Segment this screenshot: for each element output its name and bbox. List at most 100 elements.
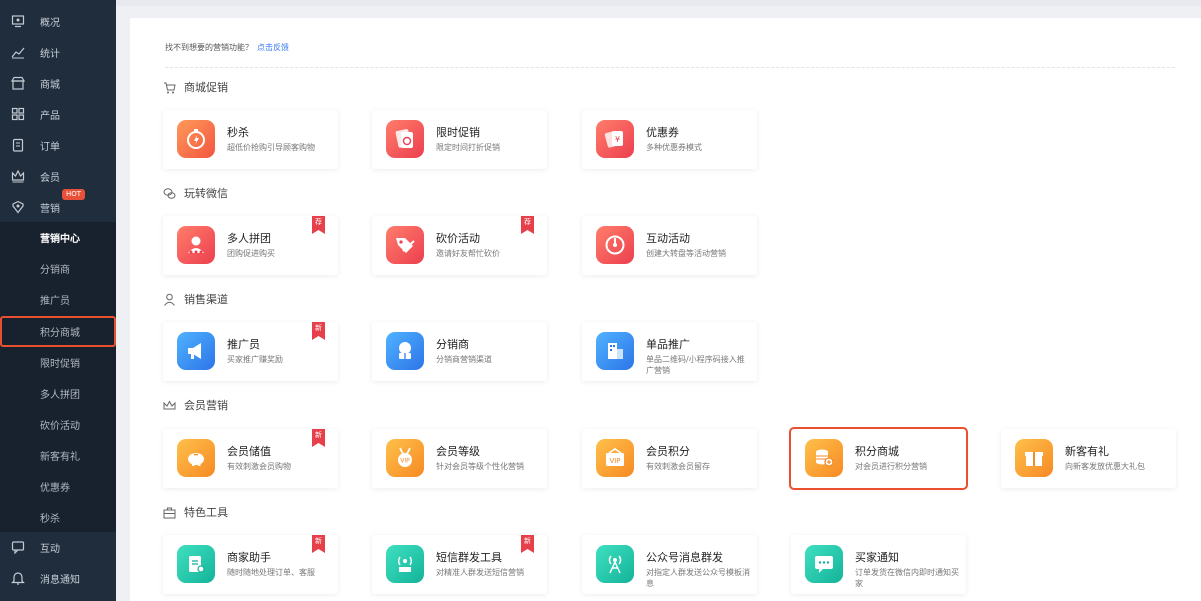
order-icon bbox=[12, 138, 24, 152]
submenu-item-flash-promo[interactable]: 限时促销 bbox=[0, 347, 116, 378]
card-flash-promo[interactable]: 限时促销 限定时间打折促销 bbox=[372, 110, 547, 169]
feedback-link[interactable]: 点击反馈 bbox=[257, 43, 289, 52]
sidebar-item-overview[interactable]: 概况 bbox=[0, 6, 116, 37]
wheel-icon bbox=[596, 226, 634, 264]
card-desc: 有效刺激会员留存 bbox=[646, 462, 710, 471]
main-panel bbox=[130, 18, 1201, 601]
sidebar-item-marketing[interactable]: 营销 bbox=[0, 192, 116, 223]
submenu-item-group-buy[interactable]: 多人拼团 bbox=[0, 378, 116, 409]
submenu-label: 秒杀 bbox=[40, 514, 60, 525]
tag-cut-icon bbox=[386, 226, 424, 264]
card-member-points[interactable]: VIP 会员积分 有效刺激会员留存 bbox=[582, 429, 757, 488]
submenu-item-bargain[interactable]: 砍价活动 bbox=[0, 409, 116, 440]
gift-icon bbox=[1015, 439, 1053, 477]
card-product-promo[interactable]: 单品推广 单品二维码/小程序码接入推广营销 bbox=[582, 322, 757, 381]
sidebar-item-label: 统计 bbox=[40, 49, 60, 60]
card-interactive-activity[interactable]: 互动活动 创建大转盘等活动营销 bbox=[582, 216, 757, 275]
card-desc: 对精准人群发送短信营销 bbox=[436, 568, 524, 577]
card-bargain[interactable]: 砍价活动 邀请好友帮忙砍价 荐 bbox=[372, 216, 547, 275]
new-badge: 新 bbox=[521, 535, 534, 553]
card-desc: 有效刺激会员购物 bbox=[227, 462, 291, 471]
card-sms-tool[interactable]: 短信群发工具 对精准人群发送短信营销 新 bbox=[372, 535, 547, 594]
sidebar-item-store[interactable]: 商城 bbox=[0, 68, 116, 99]
card-seckill[interactable]: 秒杀 超低价抢购引导顾客购物 bbox=[163, 110, 338, 169]
submenu-item-new-customer-gift[interactable]: 新客有礼 bbox=[0, 440, 116, 471]
card-title: 优惠券 bbox=[646, 126, 679, 139]
card-desc: 针对会员等级个性化营销 bbox=[436, 462, 524, 471]
section-title-text: 商城促销 bbox=[184, 81, 228, 94]
card-points-mall[interactable]: 积分商城 对会员进行积分营销 bbox=[789, 427, 968, 490]
card-member-deposit[interactable]: 会员储值 有效刺激会员购物 新 bbox=[163, 429, 338, 488]
vip-medal-icon: VIP bbox=[386, 439, 424, 477]
card-desc: 订单发货在微信内即时通知买家 bbox=[855, 568, 959, 588]
card-desc: 创建大转盘等活动营销 bbox=[646, 249, 726, 258]
card-title: 秒杀 bbox=[227, 126, 249, 139]
submenu-item-seckill[interactable]: 秒杀 bbox=[0, 502, 116, 533]
marketing-icon bbox=[12, 200, 24, 214]
card-new-customer-gift[interactable]: 新客有礼 向新客发放优惠大礼包 bbox=[1001, 429, 1176, 488]
stopwatch-icon bbox=[177, 120, 215, 158]
submenu-item-marketing-center[interactable]: 营销中心 bbox=[0, 222, 116, 253]
card-desc: 对会员进行积分营销 bbox=[855, 462, 927, 471]
cart-icon bbox=[164, 82, 176, 93]
top-bar bbox=[116, 0, 1201, 6]
store-icon bbox=[11, 76, 25, 90]
card-coupon[interactable]: ¥ 优惠券 多种优惠券模式 bbox=[582, 110, 757, 169]
submenu-item-promoter[interactable]: 推广员 bbox=[0, 284, 116, 315]
recommend-badge: 荐 bbox=[312, 216, 325, 234]
marketing-submenu: 营销中心 分销商 推广员 积分商城 限时促销 多人拼团 砍价活动 新客有礼 优惠… bbox=[0, 222, 116, 532]
card-desc: 多种优惠券模式 bbox=[646, 143, 702, 152]
sidebar-item-label: 互动 bbox=[40, 544, 60, 555]
submenu-item-points-mall[interactable]: 积分商城 bbox=[0, 316, 116, 347]
qrcode-building-icon bbox=[596, 332, 634, 370]
svg-text:VIP: VIP bbox=[400, 458, 410, 465]
distributor-icon bbox=[386, 332, 424, 370]
card-buyer-notification[interactable]: 买家通知 订单发货在微信内即时通知买家 bbox=[791, 535, 966, 594]
card-title: 多人拼团 bbox=[227, 232, 271, 245]
wechat-icon bbox=[163, 187, 176, 199]
section-title-text: 玩转微信 bbox=[184, 187, 228, 200]
sidebar-item-label: 订单 bbox=[40, 142, 60, 153]
card-title: 会员积分 bbox=[646, 445, 690, 458]
card-title: 会员储值 bbox=[227, 445, 271, 458]
sidebar-item-products[interactable]: 产品 bbox=[0, 99, 116, 130]
card-distributor[interactable]: 分销商 分销商营销渠道 bbox=[372, 322, 547, 381]
card-merchant-assistant[interactable]: 商家助手 随时随地处理订单、客服 新 bbox=[163, 535, 338, 594]
user-icon bbox=[164, 293, 175, 306]
antenna-icon bbox=[596, 545, 634, 583]
card-promoter[interactable]: 推广员 买家推广赚奖励 新 bbox=[163, 322, 338, 381]
section-title-text: 会员营销 bbox=[184, 399, 228, 412]
sidebar-item-notifications[interactable]: 消息通知 bbox=[0, 563, 116, 594]
card-desc: 买家推广赚奖励 bbox=[227, 355, 283, 364]
chart-icon bbox=[11, 47, 25, 59]
card-desc: 超低价抢购引导顾客购物 bbox=[227, 143, 315, 152]
card-title: 分销商 bbox=[436, 338, 469, 351]
card-title: 互动活动 bbox=[646, 232, 690, 245]
section-title-member-marketing: 会员营销 bbox=[163, 398, 228, 412]
card-title: 砍价活动 bbox=[436, 232, 480, 245]
submenu-label: 推广员 bbox=[40, 296, 70, 307]
submenu-label: 优惠券 bbox=[40, 483, 70, 494]
card-desc: 随时随地处理订单、客服 bbox=[227, 568, 315, 577]
sidebar-item-orders[interactable]: 订单 bbox=[0, 130, 116, 161]
card-title: 短信群发工具 bbox=[436, 551, 502, 564]
card-title: 积分商城 bbox=[855, 445, 899, 458]
sidebar-item-stats[interactable]: 统计 bbox=[0, 37, 116, 68]
submenu-label: 限时促销 bbox=[40, 359, 80, 370]
message-icon bbox=[805, 545, 843, 583]
submenu-item-distributor[interactable]: 分销商 bbox=[0, 253, 116, 284]
broadcast-icon bbox=[386, 545, 424, 583]
new-badge: 新 bbox=[312, 535, 325, 553]
submenu-item-coupon[interactable]: 优惠券 bbox=[0, 471, 116, 502]
piggy-bank-icon bbox=[177, 439, 215, 477]
sidebar-item-members[interactable]: 会员 bbox=[0, 161, 116, 192]
new-badge: 新 bbox=[312, 429, 325, 447]
sidebar-item-label: 商城 bbox=[40, 80, 60, 91]
ticket-icon bbox=[386, 120, 424, 158]
sidebar-item-label: 营销 bbox=[40, 204, 60, 215]
sidebar-item-interaction[interactable]: 互动 bbox=[0, 532, 116, 563]
card-title: 单品推广 bbox=[646, 338, 690, 351]
card-group-buy[interactable]: 多人拼团 团购促进购买 荐 bbox=[163, 216, 338, 275]
card-member-level[interactable]: VIP 会员等级 针对会员等级个性化营销 bbox=[372, 429, 547, 488]
card-official-account-broadcast[interactable]: 公众号消息群发 对指定人群发送公众号模板消息 bbox=[582, 535, 757, 594]
